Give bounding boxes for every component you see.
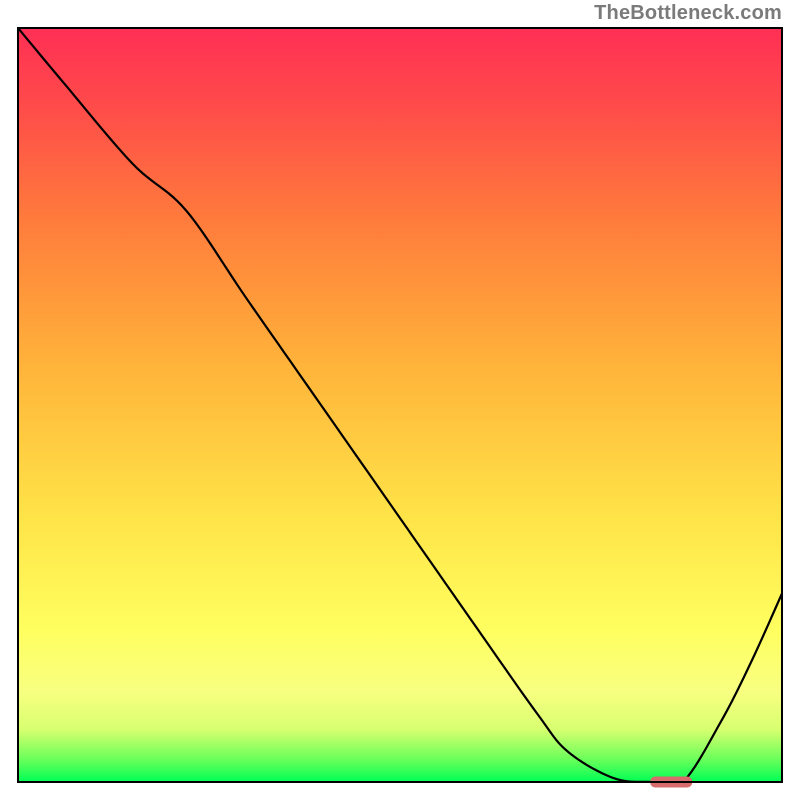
bottleneck-chart — [0, 0, 800, 800]
attribution-text: TheBottleneck.com — [594, 2, 782, 25]
gradient-background — [18, 28, 782, 782]
